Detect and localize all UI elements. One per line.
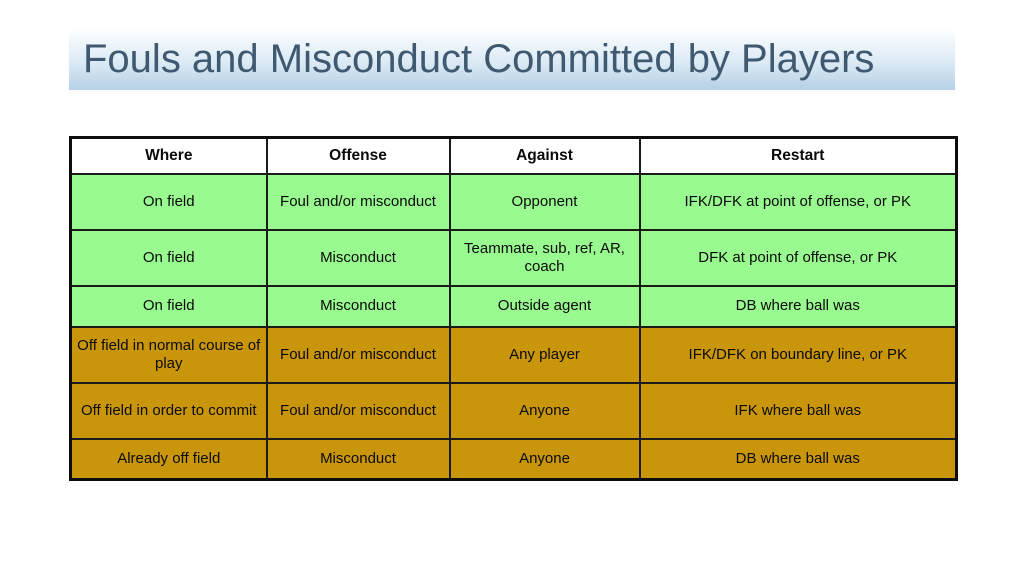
table-cell-offense: Foul and/or misconduct	[265, 381, 451, 440]
table-cell-where: On field	[69, 172, 268, 231]
table-cell-restart: DFK at point of offense, or PK	[638, 228, 958, 287]
column-header-where: Where	[69, 136, 268, 175]
table-cell-against: Anyone	[448, 437, 641, 481]
table-cell-where: On field	[69, 284, 268, 328]
table-row: On field Misconduct Teammate, sub, ref, AR…	[69, 228, 958, 287]
table-cell-restart: IFK where ball was	[638, 381, 958, 440]
table-cell-restart: IFK/DFK at point of offense, or PK	[638, 172, 958, 231]
table-row: On field Misconduct Outside agent DB where …	[69, 284, 958, 328]
table-header: Where Offense Against Restart	[69, 136, 958, 175]
column-header-offense: Offense	[265, 136, 451, 175]
table-cell-offense: Misconduct	[265, 228, 451, 287]
table-cell-where: On field	[69, 228, 268, 287]
column-header-against: Against	[448, 136, 641, 175]
table-cell-against: Anyone	[448, 381, 641, 440]
table-cell-restart: DB where ball was	[638, 284, 958, 328]
table-cell-where: Off field in normal course of play	[69, 325, 268, 384]
table-cell-against: Outside agent	[448, 284, 641, 328]
table-cell-offense: Foul and/or misconduct	[265, 325, 451, 384]
table-header-row: Where Offense Against Restart	[69, 136, 958, 175]
table-row: Off field in normal course of play Foul a…	[69, 325, 958, 384]
column-header-restart: Restart	[638, 136, 958, 175]
table-row: On field Foul and/or misconduct Opponent IF…	[69, 172, 958, 231]
fouls-misconduct-table-container: Where Offense Against Restart On field Fo…	[69, 136, 958, 481]
table-cell-where: Already off field	[69, 437, 268, 481]
table-cell-against: Teammate, sub, ref, AR, coach	[448, 228, 641, 287]
table-cell-where: Off field in order to commit	[69, 381, 268, 440]
slide-title-banner: Fouls and Misconduct Committed by Player…	[69, 28, 955, 90]
fouls-misconduct-table: Where Offense Against Restart On field Fo…	[69, 136, 958, 481]
page-title: Fouls and Misconduct Committed by Player…	[83, 37, 875, 81]
table-cell-offense: Misconduct	[265, 284, 451, 328]
table-cell-offense: Misconduct	[265, 437, 451, 481]
table-cell-restart: IFK/DFK on boundary line, or PK	[638, 325, 958, 384]
table-cell-against: Opponent	[448, 172, 641, 231]
table-cell-offense: Foul and/or misconduct	[265, 172, 451, 231]
table-row: Off field in order to commit Foul and/or …	[69, 381, 958, 440]
table-cell-against: Any player	[448, 325, 641, 384]
table-body: On field Foul and/or misconduct Opponent IF…	[69, 172, 958, 481]
table-row: Already off field Misconduct Anyone DB wher…	[69, 437, 958, 481]
table-cell-restart: DB where ball was	[638, 437, 958, 481]
